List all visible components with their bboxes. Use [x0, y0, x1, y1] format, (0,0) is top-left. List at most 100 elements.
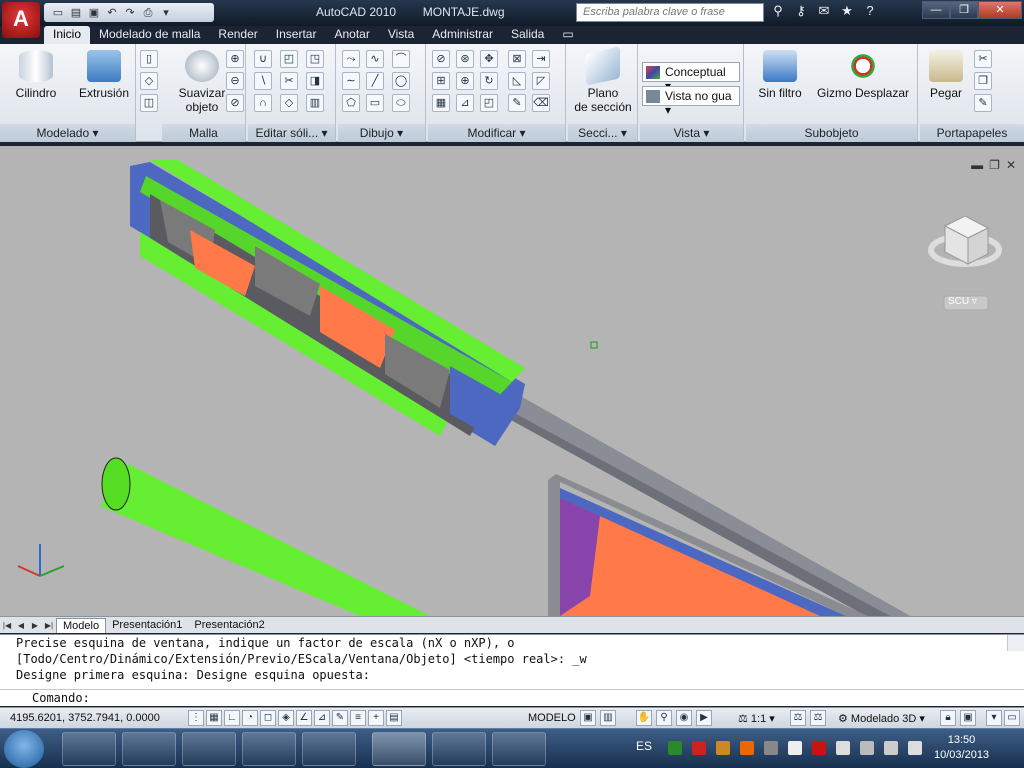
- plano-seccion-button[interactable]: Plano de sección: [570, 46, 636, 114]
- mesh-remove-icon[interactable]: ⊖: [226, 72, 244, 90]
- scale-icon[interactable]: ◰: [480, 94, 498, 112]
- arc-icon[interactable]: ⌒: [392, 50, 410, 68]
- next-tab-icon[interactable]: ▶: [28, 619, 42, 632]
- modelo-toggle[interactable]: MODELO: [528, 712, 576, 724]
- prev-tab-icon[interactable]: ◀: [14, 619, 28, 632]
- drawing-quickview-icon[interactable]: ▥: [600, 710, 616, 726]
- qat-dropdown-icon[interactable]: ▾: [158, 6, 174, 20]
- taskbar-messenger[interactable]: [302, 732, 356, 766]
- align-icon[interactable]: ⊕: [456, 72, 474, 90]
- annotation-scale[interactable]: ⚖ 1:1 ▾: [738, 712, 775, 725]
- circle-icon[interactable]: ◯: [392, 72, 410, 90]
- clean-screen-icon[interactable]: ▭: [1004, 710, 1020, 726]
- sc-icon[interactable]: ▤: [386, 710, 402, 726]
- panel-title[interactable]: Dibujo ▾: [338, 124, 425, 142]
- tab-insertar[interactable]: Insertar: [267, 26, 326, 44]
- search-input[interactable]: Escriba palabra clave o frase: [576, 3, 764, 22]
- minimize-button[interactable]: —: [922, 1, 950, 19]
- grid-icon[interactable]: ▦: [206, 710, 222, 726]
- nvidia-icon[interactable]: [668, 741, 682, 755]
- showmotion-icon[interactable]: ▶: [696, 710, 712, 726]
- drawing-viewport[interactable]: SCU ▿ ▬ ❐ ✕: [0, 146, 1024, 616]
- subtract-icon[interactable]: ∖: [254, 72, 272, 90]
- taskbar-ie[interactable]: [62, 732, 116, 766]
- snap-icon[interactable]: ⋮: [188, 710, 204, 726]
- first-tab-icon[interactable]: |◀: [0, 619, 14, 632]
- erase-icon[interactable]: ⌫: [532, 94, 550, 112]
- subscription-icon[interactable]: ⚷: [791, 3, 811, 21]
- language-indicator[interactable]: ES: [636, 739, 652, 753]
- panel-title[interactable]: Editar sóli... ▾: [248, 124, 335, 142]
- taskbar-autocad[interactable]: [372, 732, 426, 766]
- cilindro-button[interactable]: Cilindro: [8, 48, 64, 100]
- system-clock[interactable]: 13:50 10/03/2013: [934, 733, 989, 763]
- steeringwheel-icon[interactable]: ◉: [676, 710, 692, 726]
- sin-filtro-button[interactable]: Sin filtro: [748, 48, 812, 100]
- spline-icon[interactable]: ∿: [366, 50, 384, 68]
- ortho-icon[interactable]: ∟: [224, 710, 240, 726]
- hardware-accel-icon[interactable]: ▣: [960, 710, 976, 726]
- mirror3d-icon[interactable]: ⊿: [456, 94, 474, 112]
- open-icon[interactable]: ▤: [68, 6, 84, 20]
- chamfer-icon[interactable]: ◸: [532, 72, 550, 90]
- matchproperties-icon[interactable]: ✎: [974, 94, 992, 112]
- network-icon[interactable]: [860, 741, 874, 755]
- extrusion-button[interactable]: Extrusión: [74, 48, 134, 100]
- 3dosnap-icon[interactable]: ◈: [278, 710, 294, 726]
- slice-icon[interactable]: ✂: [280, 72, 298, 90]
- polygon-icon[interactable]: ⬠: [342, 94, 360, 112]
- move3d-icon[interactable]: ✥: [480, 50, 498, 68]
- panel-title[interactable]: Secci... ▾: [568, 124, 637, 142]
- shell-icon[interactable]: ▥: [306, 94, 324, 112]
- action-center-icon[interactable]: [836, 741, 850, 755]
- polysolid-icon[interactable]: ▯: [140, 50, 158, 68]
- presspull-icon[interactable]: ◇: [140, 72, 158, 90]
- extend-icon[interactable]: ⇥: [532, 50, 550, 68]
- application-menu-button[interactable]: A: [2, 2, 40, 38]
- last-tab-icon[interactable]: ▶|: [42, 619, 56, 632]
- tab-salida[interactable]: Salida: [502, 26, 553, 44]
- lock-icon[interactable]: 🔒︎: [940, 710, 956, 726]
- plot-icon[interactable]: ⎙: [140, 6, 156, 20]
- intersect-icon[interactable]: ∩: [254, 94, 272, 112]
- 3darray-icon[interactable]: ▦: [432, 94, 450, 112]
- ducs-icon[interactable]: ⊿: [314, 710, 330, 726]
- tab-vista[interactable]: Vista: [379, 26, 423, 44]
- tab-modelado-malla[interactable]: Modelado de malla: [90, 26, 209, 44]
- suavizar-objeto-button[interactable]: Suavizar objeto: [170, 48, 234, 114]
- ribbon-minimize-icon[interactable]: ▭: [553, 26, 582, 44]
- tab-presentacion2[interactable]: Presentación2: [188, 618, 270, 633]
- union-icon[interactable]: ∪: [254, 50, 272, 68]
- pan-icon[interactable]: ✋: [636, 710, 652, 726]
- acrobat-tray-icon[interactable]: [692, 741, 706, 755]
- command-input[interactable]: Comando:: [0, 689, 1024, 706]
- autocad-tray-icon[interactable]: [716, 741, 730, 755]
- dyn-icon[interactable]: ✎: [332, 710, 348, 726]
- favorites-icon[interactable]: ★: [837, 3, 857, 21]
- offset-icon[interactable]: ⊘: [432, 50, 450, 68]
- viewcube[interactable]: [928, 215, 1002, 267]
- update-tray-icon[interactable]: [740, 741, 754, 755]
- tab-presentacion1[interactable]: Presentación1: [106, 618, 188, 633]
- copy-icon[interactable]: ❐: [974, 72, 992, 90]
- autoscale-icon[interactable]: ⚖: [810, 710, 826, 726]
- layout-quickview-icon[interactable]: ▣: [580, 710, 596, 726]
- mcafee-tray-icon[interactable]: [812, 741, 826, 755]
- tab-modelo[interactable]: Modelo: [56, 617, 107, 633]
- panel-title[interactable]: Malla: [162, 124, 245, 142]
- pegar-button[interactable]: Pegar: [924, 48, 968, 100]
- start-button[interactable]: [4, 730, 44, 768]
- zoom-icon[interactable]: ⚲: [656, 710, 672, 726]
- tab-inicio[interactable]: Inicio: [44, 26, 91, 44]
- binoculars-icon[interactable]: ⚲: [768, 3, 788, 21]
- view-select[interactable]: Vista no gua ▾: [642, 86, 740, 117]
- taskbar-explorer[interactable]: [122, 732, 176, 766]
- extract-edges-icon[interactable]: ◰: [280, 50, 298, 68]
- mesh-crease-icon[interactable]: ⊘: [226, 94, 244, 112]
- extrude-face-icon[interactable]: ◳: [306, 50, 324, 68]
- coordinates-display[interactable]: 4195.6201, 3752.7941, 0.0000: [10, 712, 160, 724]
- otrack-icon[interactable]: ∠: [296, 710, 312, 726]
- communication-icon[interactable]: ✉: [814, 3, 834, 21]
- tab-administrar[interactable]: Administrar: [423, 26, 502, 44]
- taskbar-acrobat[interactable]: [432, 732, 486, 766]
